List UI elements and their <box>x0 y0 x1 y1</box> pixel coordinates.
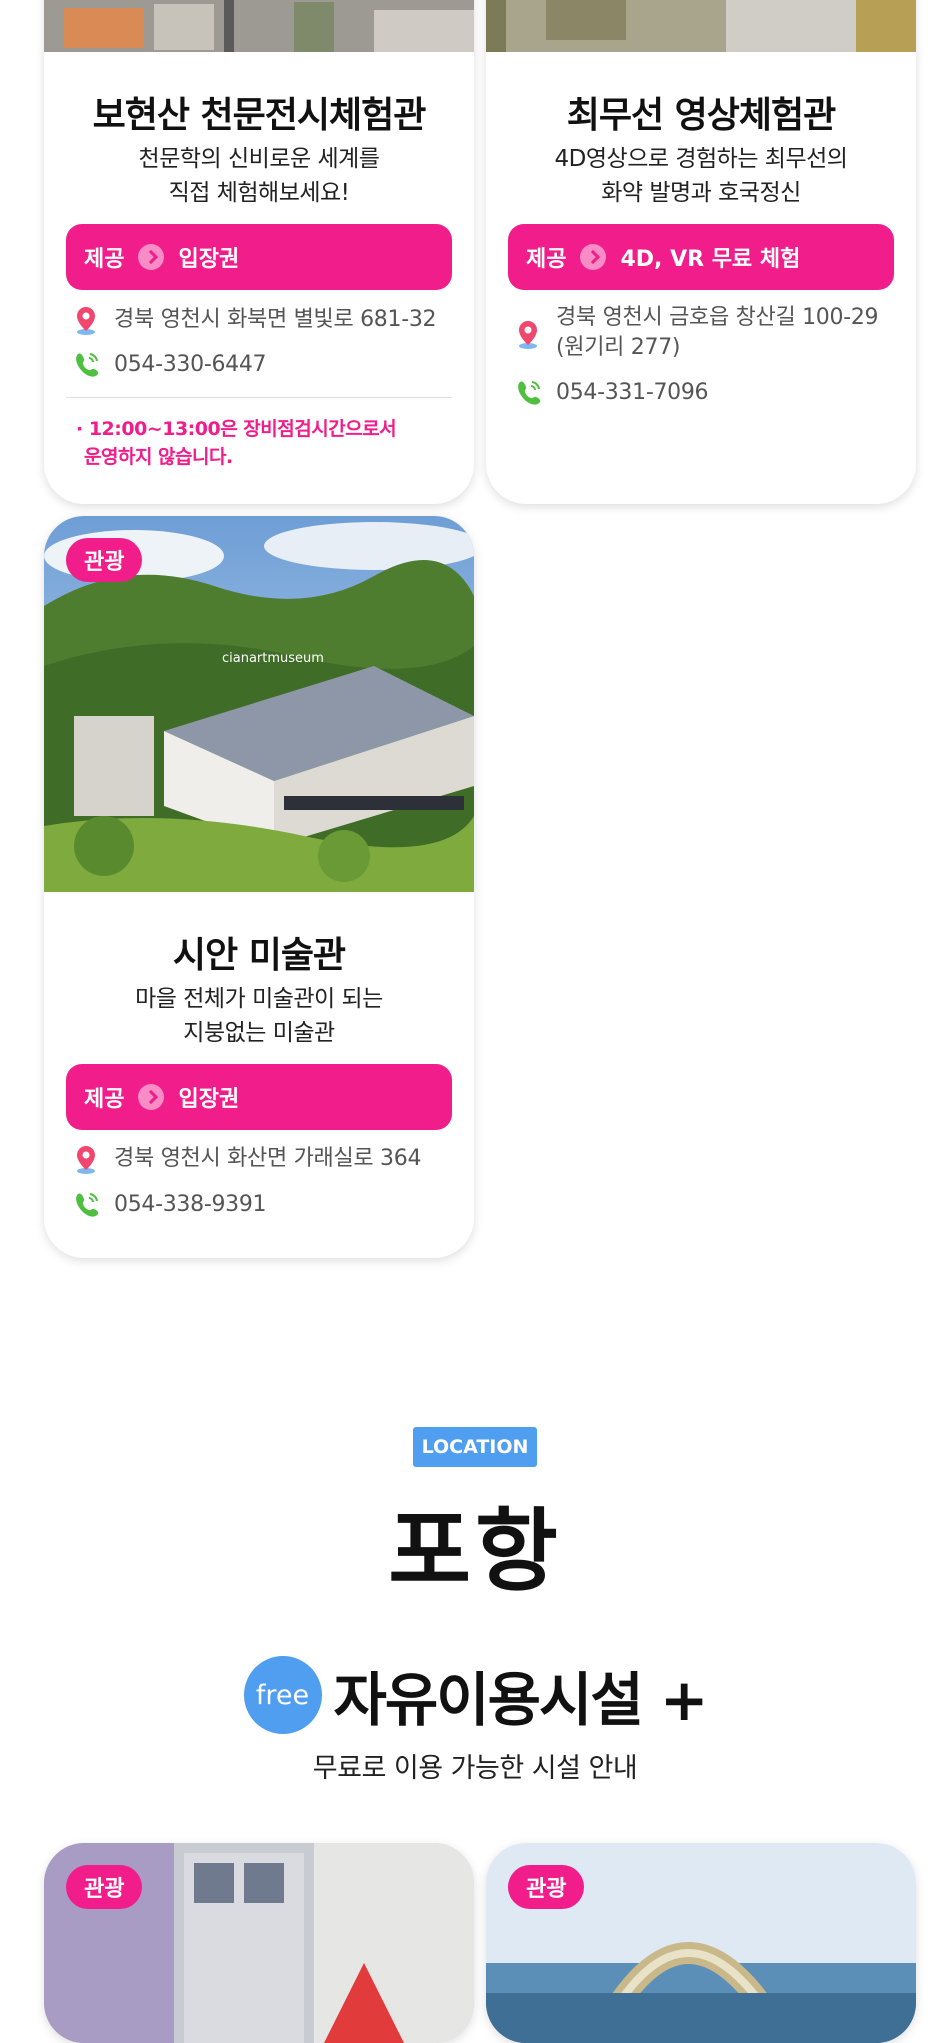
provide-label: 제공 <box>84 247 125 272</box>
provide-label: 제공 <box>84 1087 125 1112</box>
free-section-heading: free 자유이용시설 + <box>0 1653 950 1737</box>
facility-description: 4D영상으로 경험하는 최무선의 화약 발명과 호국정신 <box>554 146 848 206</box>
phone-icon <box>76 1193 99 1217</box>
provide-value: 4D, VR 무료 체험 <box>620 247 801 272</box>
phone-row[interactable]: 054-331-7096 <box>514 378 896 408</box>
provide-banner: 제공 입장권 <box>66 224 452 290</box>
facility-title: 시안 미술관 <box>172 935 346 976</box>
address-text: 경북 영천시 화북면 별빛로 681-32 <box>114 307 437 332</box>
facility-card-pohang-2[interactable]: 관광 <box>486 1843 916 2043</box>
phone-row[interactable]: 054-330-6447 <box>72 350 454 380</box>
address-text: 경북 영천시 화산면 가래실로 364 <box>114 1146 422 1171</box>
facility-title: 보현산 천문전시체험관 <box>92 95 427 136</box>
category-tag: 관광 <box>508 1865 585 1909</box>
location-badge: LOCATION <box>413 1427 537 1467</box>
provide-label: 제공 <box>526 247 567 272</box>
facility-card-cian-museum[interactable]: cianartmuseum 관광 시안 미술관 마을 전체가 미술관이 되는 지… <box>44 516 474 1258</box>
provide-banner: 제공 4D, VR 무료 체험 <box>508 224 894 290</box>
address-row: 경북 영천시 금호읍 창산길 100-29 (원기리 277) <box>514 303 896 363</box>
address-row: 경북 영천시 화산면 가래실로 364 <box>72 1144 454 1174</box>
free-section-subtitle: 무료로 이용 가능한 시설 안내 <box>312 1753 638 1784</box>
category-tag: 관광 <box>66 538 143 582</box>
facility-title: 최무선 영상체험관 <box>566 95 837 136</box>
chevron-right-icon <box>138 1084 165 1110</box>
facility-description: 천문학의 신비로운 세계를 직접 체험해보세요! <box>138 146 380 206</box>
facility-description: 마을 전체가 미술관이 되는 지붕없는 미술관 <box>135 986 383 1046</box>
facility-photo <box>486 0 916 52</box>
facility-card-choimuseon[interactable]: 최무선 영상체험관 4D영상으로 경험하는 최무선의 화약 발명과 호국정신 제… <box>486 0 916 504</box>
phone-text: 054-330-6447 <box>114 352 267 377</box>
museum-sign: cianartmuseum <box>222 651 324 666</box>
facility-card-pohang-1[interactable]: 관광 <box>44 1843 474 2043</box>
map-pin-icon <box>77 307 95 335</box>
address-row: 경북 영천시 화북면 별빛로 681-32 <box>72 305 454 335</box>
phone-icon <box>76 353 99 377</box>
chevron-right-icon <box>138 244 165 270</box>
region-title: 포항 <box>388 1499 562 1604</box>
provide-banner: 제공 입장권 <box>66 1064 452 1130</box>
notice-text: · 12:00~13:00은 장비점검시간으로서 운영하지 않습니다. <box>76 418 397 468</box>
category-tag: 관광 <box>66 1865 143 1909</box>
phone-text: 054-338-9391 <box>114 1192 267 1217</box>
phone-row[interactable]: 054-338-9391 <box>72 1190 454 1220</box>
provide-value: 입장권 <box>178 247 240 272</box>
map-pin-icon <box>77 1146 95 1174</box>
phone-text: 054-331-7096 <box>556 380 709 405</box>
chevron-right-icon <box>580 244 607 270</box>
phone-icon <box>518 381 541 405</box>
facility-card-bohyeonsan[interactable]: 보현산 천문전시체험관 천문학의 신비로운 세계를 직접 체험해보세요! 제공 … <box>44 0 474 504</box>
free-section-title: 자유이용시설 + <box>333 1666 709 1734</box>
divider <box>66 397 452 398</box>
provide-value: 입장권 <box>178 1087 240 1112</box>
map-pin-icon <box>519 321 537 349</box>
address-text: 경북 영천시 금호읍 창산길 100-29 (원기리 277) <box>556 305 879 360</box>
facility-photo <box>44 0 474 52</box>
free-badge: free <box>243 1656 322 1734</box>
